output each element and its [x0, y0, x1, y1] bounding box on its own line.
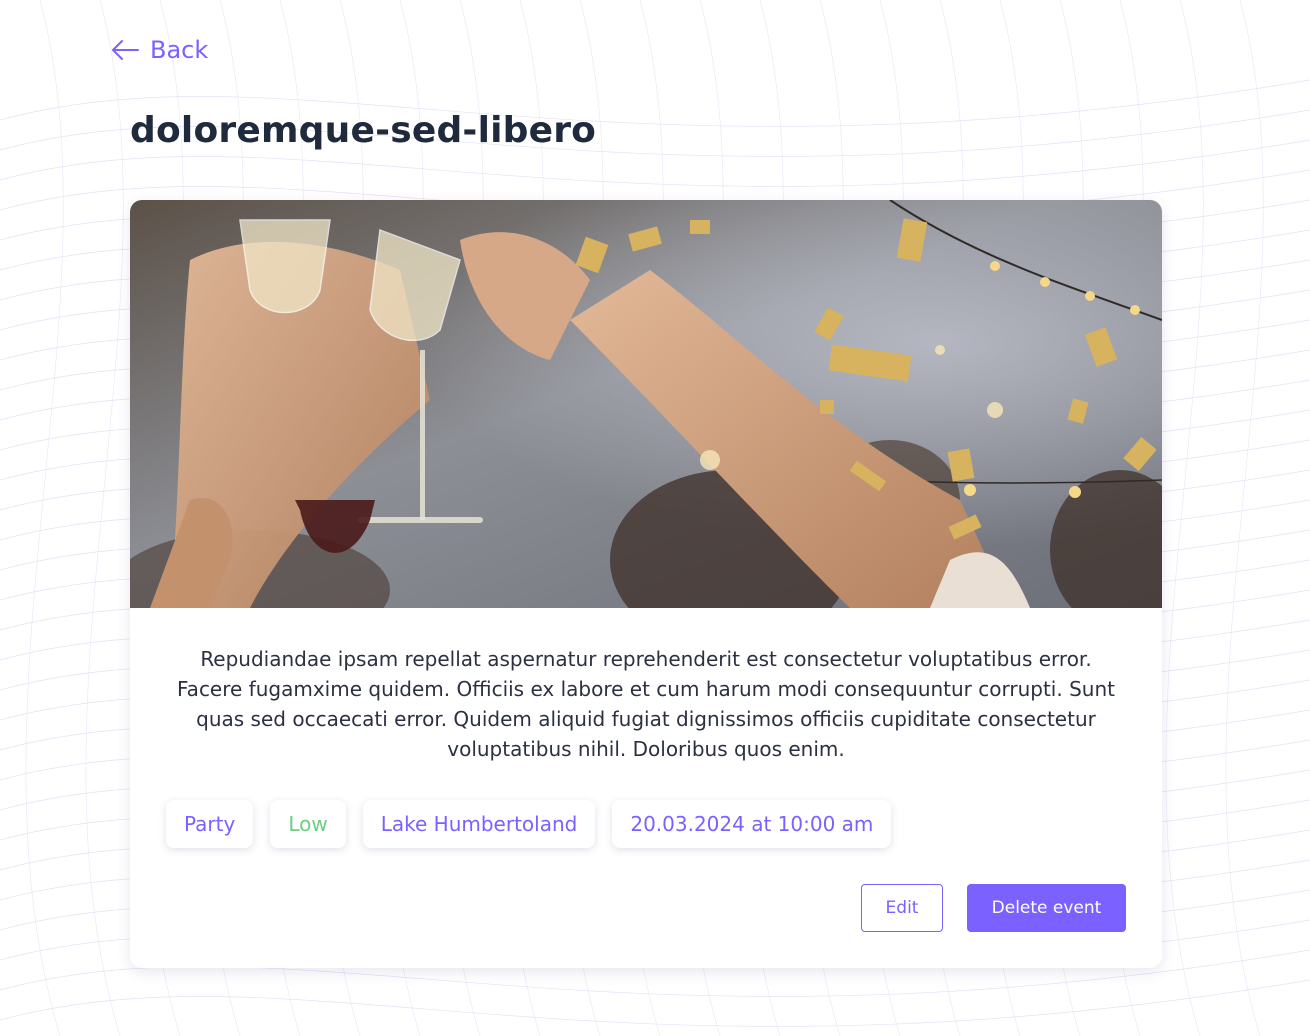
delete-event-button[interactable]: Delete event [967, 884, 1126, 932]
event-tags: Party Low Lake Humbertoland 20.03.2024 a… [166, 800, 892, 848]
event-description: Repudiandae ipsam repellat aspernatur re… [177, 647, 1115, 761]
tag-category: Party [166, 800, 254, 848]
back-label: Back [150, 36, 209, 64]
event-image [130, 200, 1162, 608]
back-link[interactable]: Back [110, 36, 208, 64]
event-actions: Edit Delete event [861, 884, 1126, 932]
tag-priority: Low [270, 800, 346, 848]
event-card: Repudiandae ipsam repellat aspernatur re… [130, 200, 1162, 968]
page-title: doloremque-sed-libero [130, 110, 597, 151]
tag-datetime: 20.03.2024 at 10:00 am [612, 800, 892, 848]
tag-location: Lake Humbertoland [362, 800, 596, 848]
arrow-left-icon [110, 38, 140, 62]
edit-button[interactable]: Edit [861, 884, 943, 932]
